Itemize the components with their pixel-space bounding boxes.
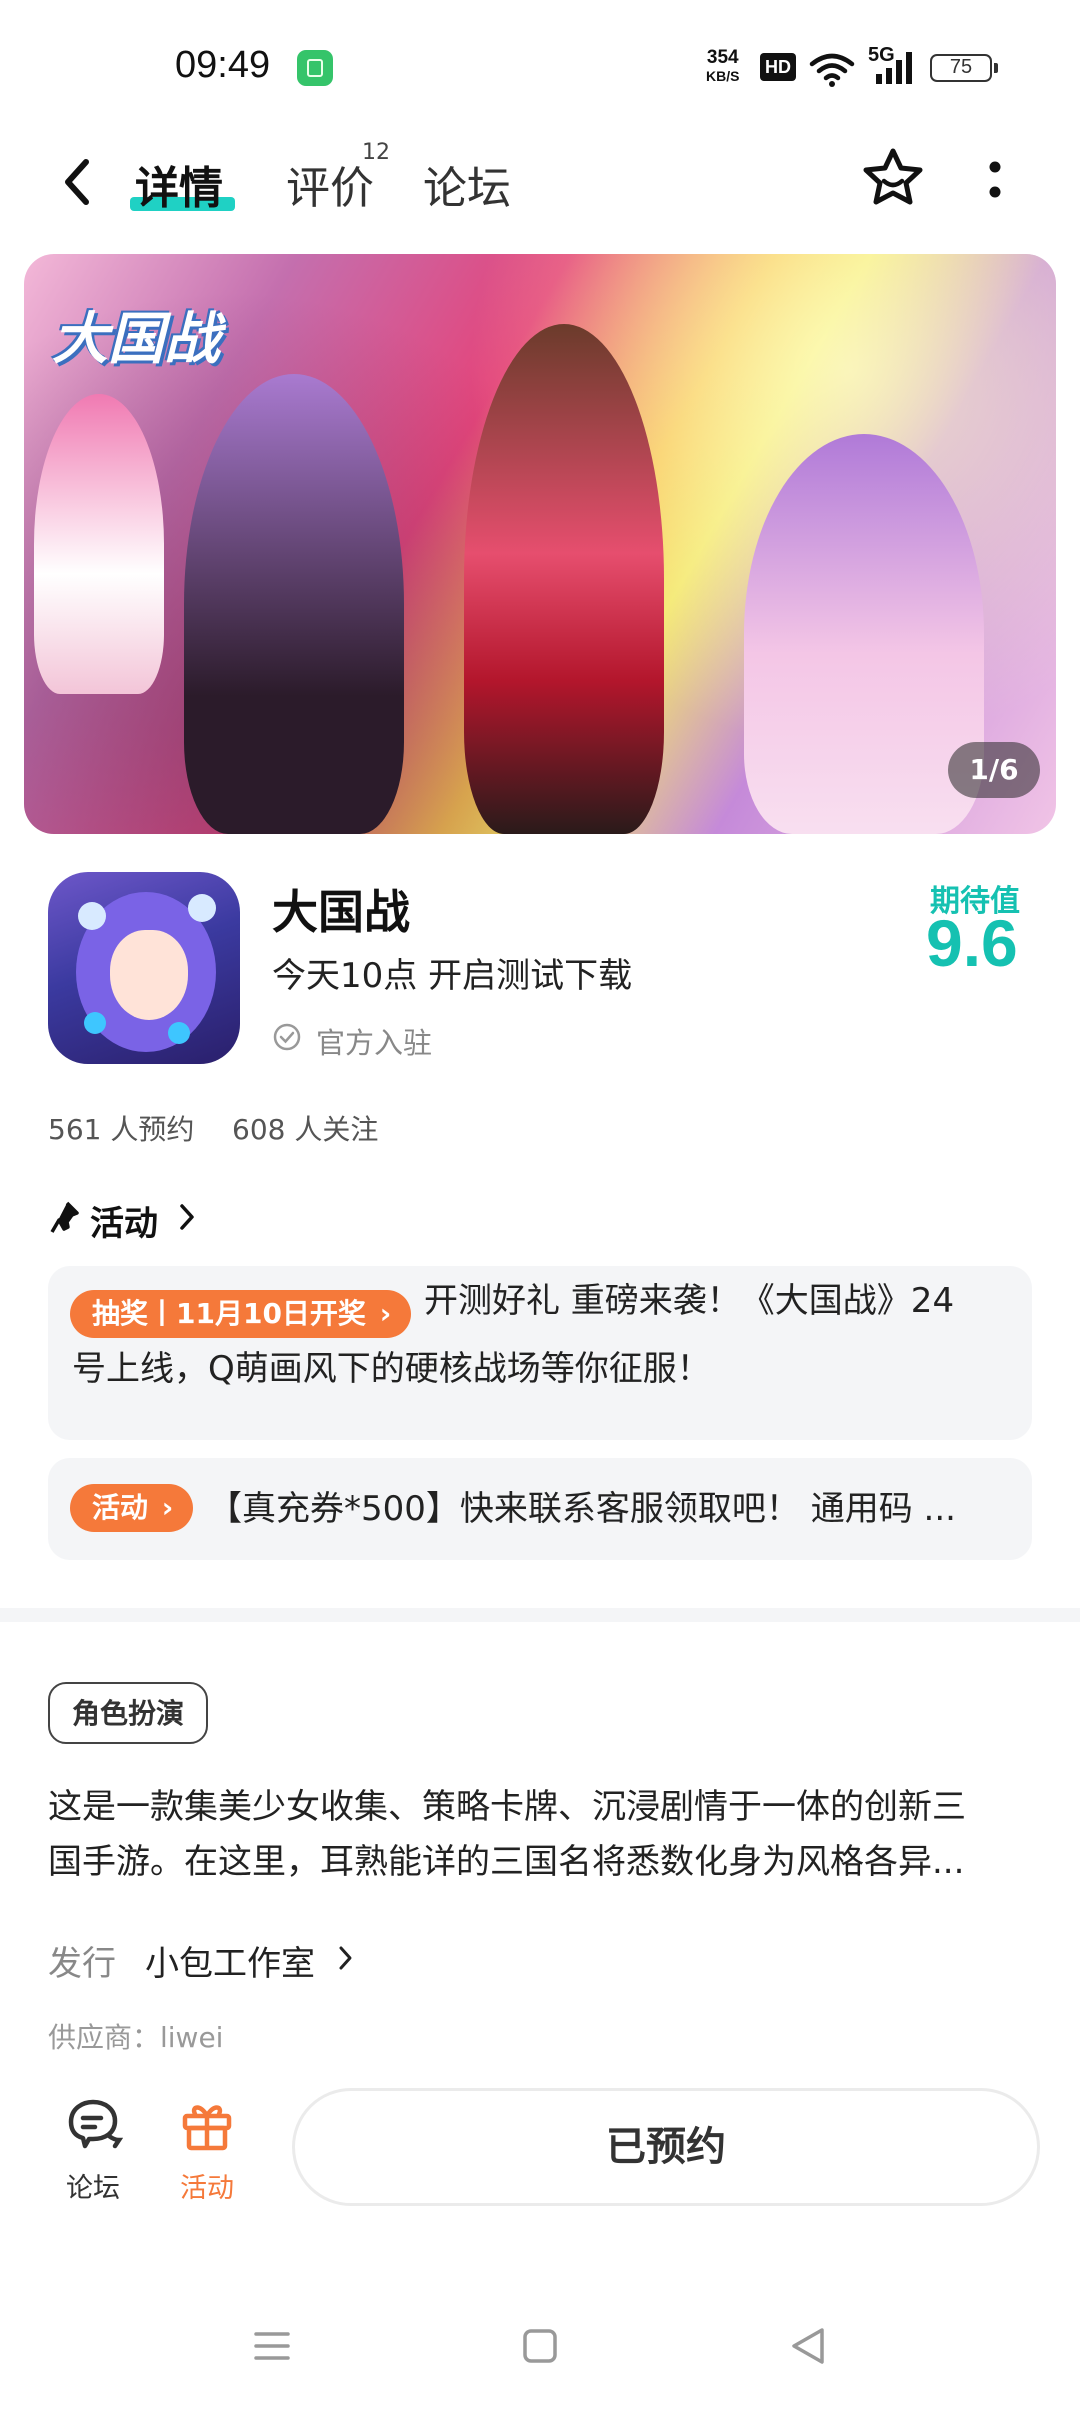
more-options-icon[interactable] <box>985 158 1005 208</box>
favorite-star-icon[interactable] <box>860 145 926 211</box>
expectation-score-value: 9.6 <box>926 906 1018 980</box>
gift-icon[interactable] <box>177 2096 237 2154</box>
description-line2: 国手游。在这里，耳熟能详的三国名将悉数化身为风格各异... <box>48 1842 965 1882</box>
pin-icon <box>50 1201 79 1233</box>
publisher-label: 发行 <box>48 1944 116 1984</box>
description-line1: 这是一款集美少女收集、策略卡牌、沉浸剧情于一体的创新三 <box>48 1787 966 1827</box>
activities-section-title[interactable]: 活动 <box>90 1196 158 1245</box>
activity-text-line2: 号上线，Q萌画风下的硬核战场等你征服！ <box>72 1349 711 1389</box>
activity-badge: 活动 › <box>70 1484 194 1532</box>
tab-forum[interactable]: 论坛 <box>423 152 511 216</box>
game-description[interactable]: 这是一款集美少女收集、策略卡牌、沉浸剧情于一体的创新三 国手游。在这里，耳熟能详… <box>48 1780 1038 1890</box>
reserved-button[interactable]: 已预约 <box>292 2088 1040 2206</box>
review-count-badge: 12 <box>362 140 390 165</box>
badge-chevron-icon: › <box>379 1297 392 1330</box>
lottery-badge-label: 抽奖丨11月10日开奖 <box>92 1297 366 1330</box>
app-icon <box>48 872 240 1064</box>
battery-indicator: 75 <box>930 54 998 82</box>
activity-card-coupon[interactable]: 活动 › 【真充券*500】快来联系客服领取吧！ 通用码 ... <box>48 1458 1032 1560</box>
banner-character-4 <box>34 394 164 694</box>
hd-badge: HD <box>760 53 796 81</box>
reservation-count: 561 人预约 <box>48 1113 195 1146</box>
app-tagline: 今天10点 开启测试下载 <box>272 956 633 996</box>
event-button-label[interactable]: 活动 <box>180 2166 234 2205</box>
activity-card-lottery[interactable]: 抽奖丨11月10日开奖 › 开测好礼 重磅来袭！《大国战》24 号上线，Q萌画风… <box>48 1266 1032 1440</box>
forum-button-label[interactable]: 论坛 <box>66 2166 120 2205</box>
genre-tag[interactable]: 角色扮演 <box>48 1682 209 1744</box>
signal-icon <box>876 52 912 84</box>
network-speed-unit: KB/S <box>706 68 740 84</box>
lottery-badge: 抽奖丨11月10日开奖 › <box>70 1290 412 1338</box>
app-title: 大国战 <box>272 885 410 939</box>
chevron-right-icon[interactable] <box>178 1202 196 1232</box>
activity-badge-label: 活动 <box>92 1491 149 1524</box>
back-arrow-icon[interactable] <box>58 152 98 212</box>
network-speed-value: 354 <box>706 47 739 68</box>
supplier-info: 供应商：liwei <box>48 2021 224 2054</box>
system-menu-icon[interactable] <box>250 2324 294 2368</box>
follower-count: 608 人关注 <box>232 1113 379 1146</box>
wifi-icon <box>809 53 855 87</box>
tab-reviews[interactable]: 评价 <box>286 152 374 216</box>
activity-text-line1: 开测好礼 重磅来袭！《大国战》24 <box>424 1281 955 1321</box>
system-back-icon[interactable] <box>786 2324 830 2368</box>
system-home-icon[interactable] <box>518 2324 562 2368</box>
banner-character-2 <box>464 324 664 834</box>
app-notification-icon <box>297 50 333 86</box>
carousel-counter: 1/6 <box>948 742 1040 798</box>
official-label: 官方入驻 <box>316 1026 433 1060</box>
network-speed: 354 KB/S <box>706 48 739 86</box>
section-divider <box>0 1608 1080 1622</box>
forum-chat-icon[interactable] <box>63 2096 123 2154</box>
banner-game-logo: 大国战 <box>52 307 220 372</box>
activity-text: 【真充券*500】快来联系客服领取吧！ 通用码 ... <box>208 1489 956 1529</box>
badge-chevron-icon: › <box>161 1491 174 1524</box>
chevron-right-icon[interactable] <box>338 1944 354 1972</box>
publisher-name[interactable]: 小包工作室 <box>145 1936 315 1985</box>
status-time: 09:49 <box>175 44 271 86</box>
tab-details[interactable]: 详情 <box>135 152 223 216</box>
screenshot-carousel[interactable]: 大国战 1/6 <box>24 254 1056 834</box>
banner-character-1 <box>184 374 404 834</box>
verified-check-icon <box>273 1023 301 1051</box>
